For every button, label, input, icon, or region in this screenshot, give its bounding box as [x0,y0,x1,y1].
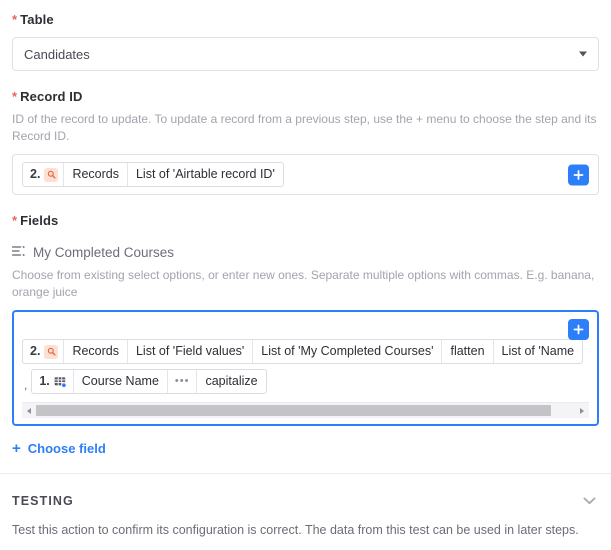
required-asterisk: * [12,89,18,104]
scrollbar-thumb[interactable] [36,405,551,416]
airtable-search-icon [44,167,59,182]
record-id-field-label: * Record ID [12,89,599,104]
testing-title: TESTING [12,494,74,508]
record-id-help-text: ID of the record to update. To update a … [12,112,597,143]
chip-step-segment: 2. [23,163,65,186]
record-id-chip-row: 2. Records List of 'Airtable record ID' [22,162,589,187]
chevron-down-icon[interactable] [579,491,599,511]
plus-icon: + [12,440,21,457]
chip-step-number: 1. [39,374,50,389]
fields-section-label: * Fields [12,213,599,228]
chip-step-segment: 1. [32,370,74,393]
fields-section-block: * Fields My Completed Courses Choose from… [0,195,611,456]
scroll-left-arrow-icon[interactable] [22,403,36,418]
record-id-token-input[interactable]: 2. Records List of 'Airtable record ID' [12,154,599,195]
chip-segment: capitalize [205,374,258,389]
multi-select-icon [11,245,26,260]
table-select-value: Candidates [24,46,90,62]
chip-segment: Records [64,340,128,363]
record-id-label-text: Record ID [20,89,83,104]
table-grid-icon [54,375,68,389]
choose-field-label: Choose field [27,441,106,456]
token-input-horizontal-scrollbar[interactable] [22,402,589,418]
chip-segment: List of 'Airtable record ID' [135,167,275,182]
scrollbar-track[interactable] [36,405,575,416]
testing-header[interactable]: TESTING [0,491,611,511]
chip-segment: List of 'Field values' [128,340,254,363]
field-chip-row-1: 2. Records List of 'Field values' List o… [22,339,589,364]
token-chip[interactable]: 1. Course Name ••• capitalize [31,369,267,394]
my-completed-courses-token-input[interactable]: 2. Records List of 'Field values' List o… [12,310,599,426]
add-record-id-token-button[interactable] [568,164,589,185]
token-separator: , [24,378,28,392]
choose-field-button[interactable]: + Choose field [12,441,106,456]
subfield-header: My Completed Courses [11,245,599,260]
chevron-down-icon [579,51,587,57]
chip-step-number: 2. [30,344,41,359]
required-asterisk: * [12,12,18,27]
airtable-search-icon [44,344,59,359]
chip-segment-ellipsis: ••• [168,370,198,393]
scroll-right-arrow-icon[interactable] [575,403,589,418]
chip-segment: Course Name [74,370,168,393]
subfield-name-text: My Completed Courses [33,245,175,260]
add-field-token-button[interactable] [568,319,589,340]
testing-section: TESTING Test this action to confirm its … [0,474,611,539]
table-select[interactable]: Candidates [12,37,599,71]
chip-step-number: 2. [30,167,41,182]
chip-segment: List of 'Name [501,344,575,359]
field-chip-row-2: , 1. Course Name ••• capitalize [22,369,589,394]
subfield-help-text: Choose from existing select options, or … [12,268,595,299]
chip-segment: List of 'My Completed Courses' [253,340,443,363]
token-chip[interactable]: 2. Records List of 'Field values' List o… [22,339,584,364]
chip-step-segment: 2. [23,340,65,363]
token-chip[interactable]: 2. Records List of 'Airtable record ID' [22,162,284,187]
action-config-panel: * Table Candidates * Record ID ID of the r… [0,0,611,550]
choose-field-row: + Choose field [12,441,599,456]
record-id-field-block: * Record ID ID of the record to update. T… [0,71,611,195]
chip-segment: flatten [442,340,494,363]
fields-label-text: Fields [20,213,59,228]
table-field-block: * Table Candidates [0,0,611,71]
chip-segment: Records [64,163,128,186]
table-label-text: Table [20,12,54,27]
testing-description: Test this action to confirm its configur… [12,523,579,537]
table-field-label: * Table [12,12,599,27]
required-asterisk: * [12,213,18,228]
